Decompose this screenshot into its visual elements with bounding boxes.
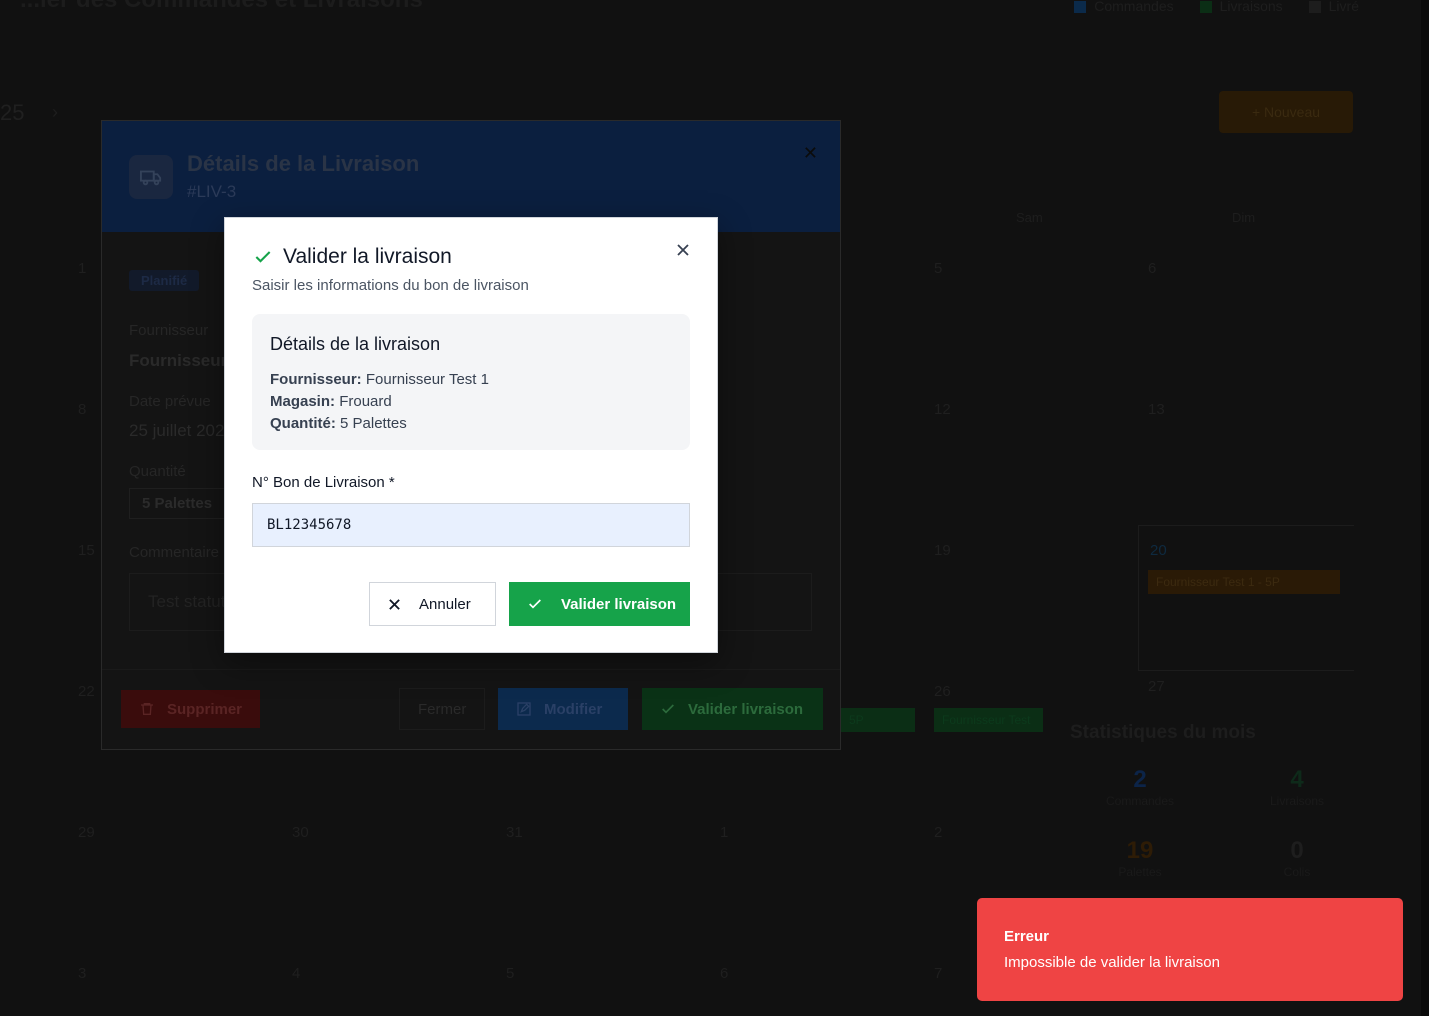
delete-button[interactable]: Supprimer [121,690,261,728]
date-label: Date prévue [129,393,211,410]
calendar-day[interactable]: 5 [934,260,942,277]
calendar-day[interactable]: 12 [934,401,951,418]
check-icon [529,599,541,609]
calendar-day[interactable]: 7 [934,965,942,982]
calendar-day[interactable]: 30 [292,824,309,841]
calendar-day[interactable]: 15 [78,542,95,559]
today-cell[interactable] [1138,525,1354,671]
quantity-label: Quantité [129,463,186,480]
month-year-label: 25 [0,100,25,125]
details-header: Détails de la Livraison #LIV-3 ✕ [102,121,840,232]
check-icon [662,704,674,714]
cancel-button[interactable]: Annuler [369,582,496,626]
next-month-button[interactable]: › [52,102,58,123]
toast-message: Impossible de valider la livraison [1004,954,1220,971]
details-footer: Supprimer Fermer Modifier Valider livrai… [102,669,840,749]
card-title: Détails de la livraison [270,334,441,354]
confirm-validate-button[interactable]: Valider livraison [509,582,690,626]
calendar-day[interactable]: 5 [506,965,514,982]
calendar-day[interactable]: 8 [78,401,86,418]
truck-icon [129,155,173,199]
date-value: 25 juillet 202 [129,421,225,440]
close-icon[interactable]: ✕ [803,143,818,164]
calendar-day[interactable]: 27 [1148,678,1165,695]
supplier-label: Fournisseur [129,322,209,339]
weekday-header: Dim [1232,210,1256,225]
calendar-day[interactable]: 1 [720,824,728,841]
toast-title: Erreur [1004,928,1050,945]
close-icon[interactable] [673,240,693,260]
edit-icon [517,702,531,716]
stat-packages: 0 Colis [1283,837,1311,879]
stat-pallets: 19 Palettes [1118,837,1162,879]
calendar-day[interactable]: 22 [78,683,95,700]
delivery-summary-card: Détails de la livraison Fournisseur: Fou… [252,314,690,450]
status-badge: Planifié [129,270,200,291]
calendar-day[interactable]: 6 [1148,260,1156,277]
error-toast[interactable]: Erreur Impossible de valider la livraiso… [977,898,1403,1001]
scrollbar[interactable] [1421,0,1429,1016]
calendar-legend: Commandes Livraisons Livré [1074,0,1359,14]
close-icon [389,598,400,610]
calendar-day[interactable]: 2 [934,824,942,841]
edit-button[interactable]: Modifier [498,688,628,730]
legend-item: Livré [1308,0,1359,14]
store-line: Magasin: Frouard [270,393,392,410]
comment-label: Commentaire [129,544,220,561]
calendar-day[interactable]: 31 [506,824,523,841]
stat-orders: 2 Commandes [1105,766,1175,808]
validate-delivery-dialog: Valider la livraison Saisir les informat… [224,217,718,653]
quantity-line: Quantité: 5 Palettes [270,415,407,432]
details-reference: #LIV-3 [187,182,237,201]
calendar-day[interactable]: 4 [292,965,300,982]
calendar-day[interactable]: 6 [720,965,728,982]
trash-icon [141,703,153,715]
calendar-day[interactable]: 1 [78,260,86,277]
stats-title: Statistiques du mois [1070,722,1256,743]
legend-item: Livraisons [1199,0,1283,14]
stat-deliveries: 4 Livraisons [1269,766,1325,808]
new-event-button[interactable]: + Nouveau [1219,91,1353,133]
legend-item: Commandes [1074,0,1174,14]
calendar-event[interactable]: Fournisseur Test 1 - 5P [1148,570,1340,594]
supplier-value: Fournisseur [129,351,228,370]
supplier-line: Fournisseur: Fournisseur Test 1 [270,371,489,388]
weekday-header: Sam [1016,210,1043,225]
calendar-day[interactable]: 20 [1150,542,1167,559]
page-title: ...ier des Commandes et Livraisons [20,0,423,14]
validate-delivery-button[interactable]: Valider livraison [642,688,823,730]
dialog-subtitle: Saisir les informations du bon de livrai… [252,277,529,294]
calendar-event[interactable]: Fournisseur Test [934,708,1043,732]
calendar-day[interactable]: 29 [78,824,95,841]
calendar-day[interactable]: 13 [1148,401,1165,418]
monthly-stats-panel: Statistiques du mois [1070,722,1370,744]
delivery-note-label: N° Bon de Livraison * [252,474,395,491]
calendar-event[interactable]: 5P [841,708,915,732]
calendar-day[interactable]: 3 [78,965,86,982]
dialog-title: Valider la livraison [283,245,452,268]
check-icon [255,251,271,263]
quantity-badge: 5 Palettes [129,488,226,519]
details-title: Détails de la Livraison [187,151,420,176]
close-button[interactable]: Fermer [399,688,486,730]
calendar-day[interactable]: 26 [934,683,951,700]
calendar-day[interactable]: 19 [934,542,951,559]
delivery-note-input[interactable] [252,503,690,547]
